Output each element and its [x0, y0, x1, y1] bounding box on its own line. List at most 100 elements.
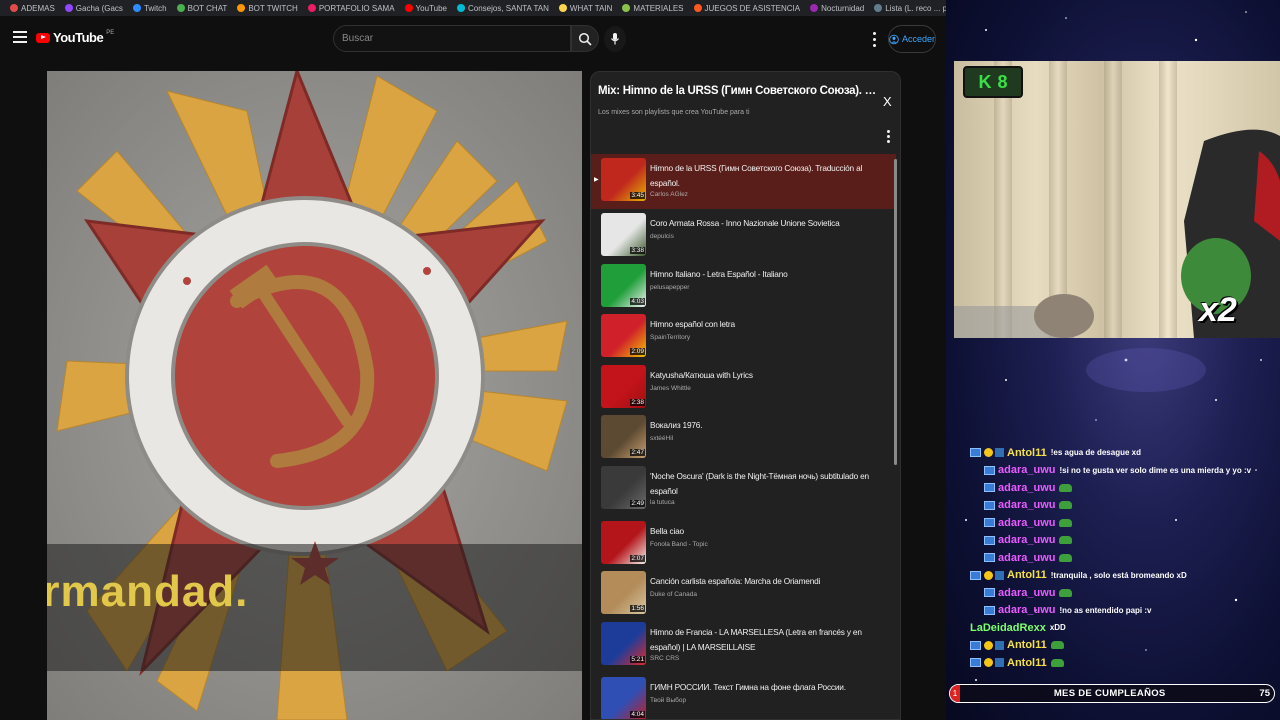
- playlist-item-thumbnail[interactable]: 2:49: [601, 465, 646, 509]
- playlist-items: ▶ 3:45 Himno de la URSS (Гимн Советского С…: [591, 154, 896, 719]
- bookmark-favicon-icon: [456, 4, 465, 12]
- bookmark-favicon-icon: [64, 4, 73, 12]
- playlist-panel: Mix: Himno de la URSS (Гимн Советского С…: [590, 71, 901, 720]
- youtube-logo[interactable]: YouTube PE: [36, 30, 114, 45]
- pepe-emote-icon: [1059, 483, 1073, 492]
- playlist-item-title[interactable]: Canción carlista española: Marcha de Ori…: [650, 574, 885, 589]
- account-icon: [889, 34, 899, 44]
- bookmark-item[interactable]: WHAT TAIN: [558, 4, 612, 13]
- playlist-item[interactable]: 1:56 Canción carlista española: Marcha de…: [591, 567, 896, 618]
- masthead: YouTube PE Buscar Acceder: [0, 18, 946, 60]
- bookmark-item[interactable]: JUEGOS DE ASISTENCIA: [693, 3, 801, 13]
- playlist-item-thumbnail[interactable]: 5:21: [601, 621, 646, 665]
- search-placeholder: Buscar: [342, 33, 374, 44]
- playlist-item-thumbnail[interactable]: 2:47: [601, 415, 646, 458]
- bookmark-favicon-icon: [810, 4, 819, 12]
- bookmark-label: BOT CHAT: [187, 3, 228, 13]
- sign-in-button[interactable]: Acceder: [888, 25, 936, 53]
- bookmark-item[interactable]: Consejos, SANTA TAN: [456, 3, 549, 13]
- duration-badge: 3:45: [630, 192, 645, 199]
- playlist-item-title[interactable]: ГИМН РОССИИ. Текст Гимна на фоне флага Р…: [650, 680, 885, 695]
- playlist-item-thumbnail[interactable]: 2:07: [601, 520, 646, 564]
- goal-label: MES DE CUMPLEAÑOS: [1053, 688, 1166, 699]
- playlist-item[interactable]: 4:04 ГИМН РОССИИ. Текст Гимна на фоне фла…: [591, 673, 896, 719]
- search-input[interactable]: Buscar: [333, 25, 571, 52]
- playlist-item-thumbnail[interactable]: 4:03: [601, 263, 646, 307]
- search-button[interactable]: [571, 25, 599, 52]
- playlist-item-thumbnail[interactable]: 3:45: [601, 158, 646, 201]
- bookmark-label: MATERIALES: [633, 3, 684, 13]
- playlist-item-title[interactable]: 'Noche Oscura' (Dark is the Night-Тёмная…: [650, 469, 885, 499]
- playlist-item-title[interactable]: Himno de Francia - LA MARSELLESA (Letra …: [650, 625, 885, 655]
- duration-badge: 4:04: [630, 710, 645, 718]
- playlist-item[interactable]: 2:09 Himno español con letra SpainTerritor…: [591, 310, 896, 361]
- playlist-title[interactable]: Mix: Himno de la URSS (Гимн Советского С…: [598, 85, 878, 97]
- playlist-item-thumbnail[interactable]: 4:04: [601, 676, 646, 719]
- playlist-item-title[interactable]: Himno español con letra: [650, 317, 885, 332]
- user-badge-icon: [984, 535, 995, 545]
- playlist-item-title[interactable]: Himno de la URSS (Гимн Советского Союза)…: [650, 161, 885, 191]
- bookmark-item[interactable]: BOT CHAT: [176, 3, 228, 13]
- playlist-item[interactable]: 3:38 Coro Armata Rossa - Inno Nazionale U…: [591, 209, 896, 260]
- playlist-item-title[interactable]: Himno Italiano - Letra Español - Italian…: [650, 267, 885, 282]
- bookmark-favicon-icon: [404, 4, 413, 12]
- chat-text: !si no te gusta ver solo dime es una mie…: [1059, 465, 1252, 475]
- bookmark-item[interactable]: Twitch: [132, 4, 167, 13]
- voice-search-button[interactable]: [604, 26, 626, 52]
- bookmark-label: Consejos, SANTA TAN: [467, 3, 549, 13]
- bookmark-item[interactable]: ADEMAS: [10, 4, 55, 13]
- chat-username: Antol11: [1007, 446, 1047, 459]
- chat-text: !tranquila , solo está bromeando xD: [1050, 570, 1187, 580]
- playlist-item[interactable]: 2:07 Bella ciao Fonola Band - Topic: [591, 517, 896, 568]
- bookmark-item[interactable]: Gacha (Gacs: [64, 4, 123, 13]
- bookmark-item[interactable]: Lista (L. reco ... plat...: [874, 4, 946, 13]
- close-playlist-button[interactable]: X: [883, 94, 892, 109]
- bookmark-label: JUEGOS DE ASISTENCIA: [704, 3, 801, 13]
- bookmark-item[interactable]: Nocturnidad: [810, 4, 864, 13]
- playlist-item-title[interactable]: Coro Armata Rossa - Inno Nazionale Union…: [650, 216, 885, 231]
- playlist-menu-icon[interactable]: [887, 130, 890, 143]
- chat-username: LaDeidadRexx: [970, 621, 1046, 634]
- user-badge-icon: [984, 553, 995, 563]
- playlist-item[interactable]: 2:47 Вокализ 1976. sxtééHil: [591, 411, 896, 462]
- settings-menu-icon[interactable]: [869, 30, 879, 48]
- playlist-scrollbar[interactable]: [894, 159, 897, 465]
- playlist-item[interactable]: 4:03 Himno Italiano - Letra Español - Ita…: [591, 260, 896, 311]
- playlist-item-thumbnail[interactable]: 1:56: [601, 571, 646, 614]
- pepe-emote-icon: [1059, 518, 1073, 527]
- playlist-item[interactable]: 2:38 Katyusha/Катюша with Lyrics James Whi…: [591, 361, 896, 412]
- bookmark-item[interactable]: YouTube: [404, 4, 447, 13]
- chat-message: Antol11 !es agua de desague xd: [970, 444, 1270, 462]
- chat-text: !es agua de desague xd: [1050, 448, 1141, 458]
- video-subtitle: hermandad.: [47, 567, 249, 616]
- playlist-item-title[interactable]: Вокализ 1976.: [650, 418, 885, 433]
- chat-message: adara_uwu: [970, 497, 1270, 515]
- bookmark-item[interactable]: PORTAFOLIO SAMA: [307, 4, 395, 13]
- chat-message: adara_uwu: [970, 532, 1270, 550]
- bookmark-item[interactable]: BOT TWITCH: [237, 4, 298, 13]
- playlist-item-channel: pelusapepper: [650, 283, 690, 291]
- playlist-item-thumbnail[interactable]: 3:38: [601, 213, 646, 256]
- playlist-item-title[interactable]: Bella ciao: [650, 524, 885, 539]
- playlist-item[interactable]: ▶ 3:45 Himno de la URSS (Гимн Советского С…: [591, 154, 896, 209]
- playlist-item-thumbnail[interactable]: 2:09: [601, 314, 646, 357]
- bookmark-favicon-icon: [558, 4, 567, 12]
- bookmark-label: Lista (L. reco ... plat...: [885, 3, 946, 13]
- playlist-item[interactable]: 5:21 Himno de Francia - LA MARSELLESA (Le…: [591, 618, 896, 673]
- user-badge-icon: [984, 518, 995, 528]
- playlist-subtitle: Los mixes son playlists que crea YouTube…: [598, 109, 750, 116]
- playlist-item[interactable]: 2:49 'Noche Oscura' (Dark is the Night-Тё…: [591, 462, 896, 517]
- chat-message: adara_uwu: [970, 549, 1270, 567]
- playlist-item-title[interactable]: Katyusha/Катюша with Lyrics: [650, 368, 885, 383]
- playlist-item-channel: SRC CRS: [650, 654, 680, 662]
- video-player[interactable]: hermandad.: [47, 71, 582, 720]
- bookmark-label: ADEMAS: [21, 3, 55, 13]
- user-badge-icon: [995, 640, 1004, 650]
- duration-badge: 5:21: [630, 655, 645, 663]
- user-badge-icon: [984, 483, 995, 493]
- playlist-item-thumbnail[interactable]: 2:38: [601, 364, 646, 408]
- duration-badge: 2:47: [630, 449, 645, 456]
- menu-icon[interactable]: [13, 31, 27, 45]
- bookmark-item[interactable]: MATERIALES: [622, 3, 684, 13]
- user-badge-icon: [970, 640, 981, 650]
